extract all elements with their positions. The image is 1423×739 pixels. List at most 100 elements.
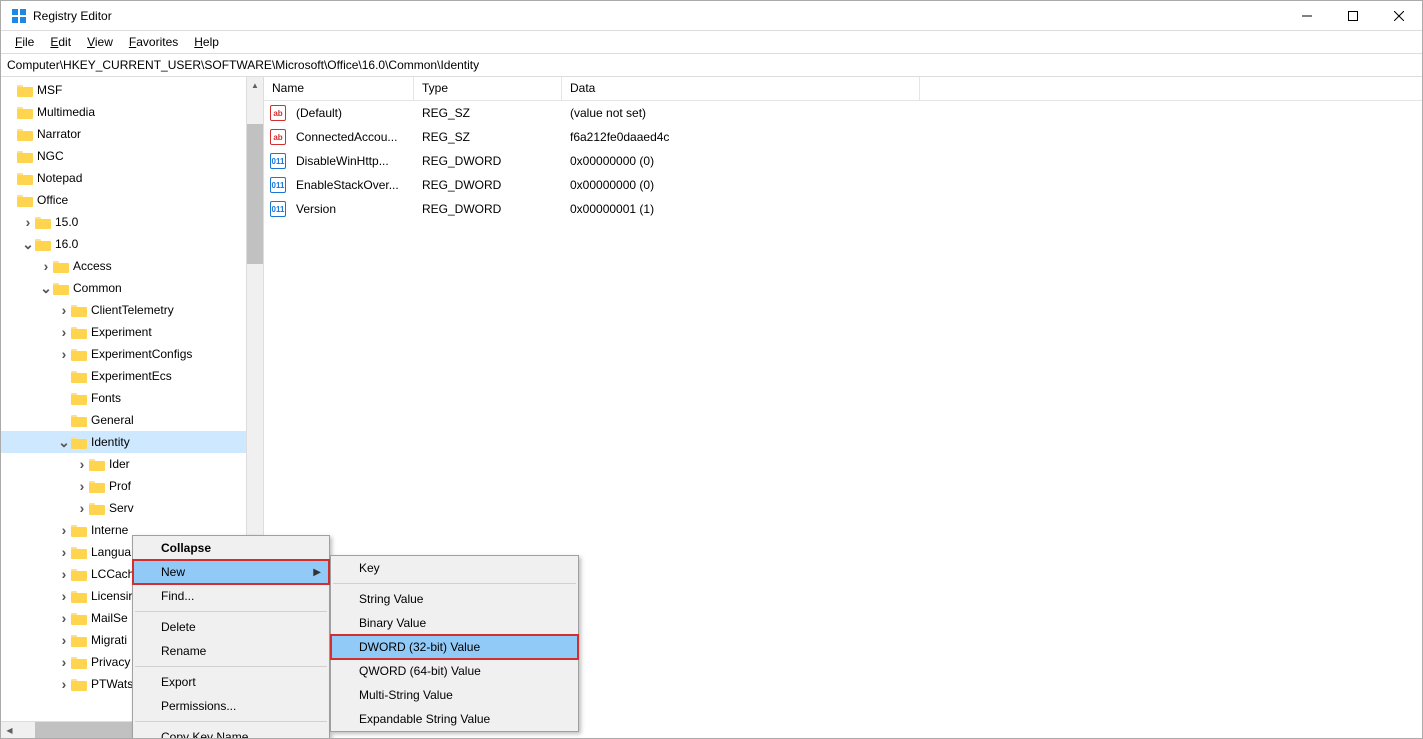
list-row[interactable]: 011VersionREG_DWORD0x00000001 (1)	[264, 197, 1422, 221]
minimize-button[interactable]	[1284, 1, 1330, 31]
chevron-right-icon[interactable]: ›	[57, 588, 71, 604]
tree-item[interactable]: ⌄ Identity	[1, 431, 263, 453]
tree-item[interactable]: › 15.0	[1, 211, 263, 233]
tree-item-label: Common	[73, 281, 122, 295]
tree-item-label: Langua	[91, 545, 131, 559]
scroll-up-button[interactable]: ▲	[247, 77, 263, 94]
ctx-new-binary[interactable]: Binary Value	[331, 611, 578, 635]
menu-favorites[interactable]: Favorites	[123, 33, 184, 51]
ctx-new-expandstring[interactable]: Expandable String Value	[331, 707, 578, 731]
tree-item[interactable]: ›Prof	[1, 475, 263, 497]
tree-item[interactable]: ›ClientTelemetry	[1, 299, 263, 321]
value-type: REG_DWORD	[414, 154, 562, 168]
tree-item-label: 15.0	[55, 215, 78, 229]
ctx-find[interactable]: Find...	[133, 584, 329, 608]
tree-item[interactable]: › Serv	[1, 497, 263, 519]
folder-icon	[71, 611, 87, 625]
ctx-new-key[interactable]: Key	[331, 556, 578, 580]
folder-icon	[71, 567, 87, 581]
folder-icon	[71, 347, 87, 361]
ctx-export[interactable]: Export	[133, 670, 329, 694]
scroll-thumb-vertical[interactable]	[247, 124, 263, 264]
ctx-rename[interactable]: Rename	[133, 639, 329, 663]
chevron-right-icon[interactable]: ›	[57, 610, 71, 626]
tree-item[interactable]: Fonts	[1, 387, 263, 409]
ctx-new-dword[interactable]: DWORD (32-bit) Value	[331, 635, 578, 659]
chevron-right-icon[interactable]: ›	[57, 654, 71, 670]
tree-item-label: LCCach	[91, 567, 134, 581]
ctx-new-multistring[interactable]: Multi-String Value	[331, 683, 578, 707]
ctx-collapse[interactable]: Collapse	[133, 536, 329, 560]
dword-value-icon: 011	[270, 201, 286, 217]
tree-item-label: Licensir	[91, 589, 132, 603]
chevron-right-icon[interactable]: ›	[57, 302, 71, 318]
chevron-right-icon[interactable]: ›	[75, 456, 89, 472]
ctx-new-qword[interactable]: QWORD (64-bit) Value	[331, 659, 578, 683]
ctx-new[interactable]: New▶	[133, 560, 329, 584]
chevron-right-icon[interactable]: ›	[21, 214, 35, 230]
list-row[interactable]: ab(Default)REG_SZ(value not set)	[264, 101, 1422, 125]
tree-item[interactable]: MSF	[1, 79, 263, 101]
chevron-right-icon[interactable]: ›	[57, 566, 71, 582]
chevron-right-icon[interactable]: ›	[57, 522, 71, 538]
tree-item[interactable]: ›Access	[1, 255, 263, 277]
tree-item[interactable]: General	[1, 409, 263, 431]
chevron-right-icon[interactable]: ›	[75, 500, 89, 516]
tree-item-label: Narrator	[37, 127, 81, 141]
column-data[interactable]: Data	[562, 77, 920, 100]
chevron-right-icon[interactable]: ›	[57, 544, 71, 560]
tree-item-label: Identity	[91, 435, 130, 449]
list-row[interactable]: 011EnableStackOver...REG_DWORD0x00000000…	[264, 173, 1422, 197]
tree-item[interactable]: ›Ider	[1, 453, 263, 475]
chevron-down-icon[interactable]: ⌄	[57, 434, 71, 451]
chevron-right-icon[interactable]: ›	[57, 324, 71, 340]
list-row[interactable]: 011DisableWinHttp...REG_DWORD0x00000000 …	[264, 149, 1422, 173]
scroll-left-button[interactable]: ◀	[1, 722, 18, 739]
menu-file[interactable]: File	[9, 33, 40, 51]
chevron-right-icon[interactable]: ›	[39, 258, 53, 274]
tree-item-label: Serv	[109, 501, 134, 515]
column-name[interactable]: Name	[264, 77, 414, 100]
menu-edit[interactable]: Edit	[44, 33, 77, 51]
value-type: REG_SZ	[414, 130, 562, 144]
close-button[interactable]	[1376, 1, 1422, 31]
chevron-right-icon[interactable]: ›	[57, 346, 71, 362]
list-row[interactable]: abConnectedAccou...REG_SZf6a212fe0daaed4…	[264, 125, 1422, 149]
chevron-down-icon[interactable]: ⌄	[21, 236, 35, 253]
tree-item[interactable]: ›Experiment	[1, 321, 263, 343]
folder-icon	[71, 435, 87, 449]
column-type[interactable]: Type	[414, 77, 562, 100]
folder-icon	[71, 589, 87, 603]
tree-item[interactable]: ⌄ Common	[1, 277, 263, 299]
tree-item[interactable]: ⌄16.0	[1, 233, 263, 255]
folder-icon	[89, 457, 105, 471]
ctx-copy-key-name[interactable]: Copy Key Name	[133, 725, 329, 738]
tree-item[interactable]: Notepad	[1, 167, 263, 189]
folder-icon	[71, 633, 87, 647]
tree-item-label: ExperimentConfigs	[91, 347, 192, 361]
chevron-right-icon[interactable]: ›	[75, 478, 89, 494]
ctx-permissions[interactable]: Permissions...	[133, 694, 329, 718]
tree-item-label: MSF	[37, 83, 62, 97]
ctx-new-string[interactable]: String Value	[331, 587, 578, 611]
folder-icon	[17, 83, 33, 97]
folder-icon	[71, 677, 87, 691]
tree-item[interactable]: NGC	[1, 145, 263, 167]
chevron-right-icon[interactable]: ›	[57, 676, 71, 692]
chevron-right-icon[interactable]: ›	[57, 632, 71, 648]
menu-help[interactable]: Help	[188, 33, 225, 51]
folder-icon	[17, 171, 33, 185]
address-bar[interactable]: Computer\HKEY_CURRENT_USER\SOFTWARE\Micr…	[1, 53, 1422, 77]
ctx-delete[interactable]: Delete	[133, 615, 329, 639]
tree-item[interactable]: Multimedia	[1, 101, 263, 123]
folder-icon	[17, 149, 33, 163]
maximize-button[interactable]	[1330, 1, 1376, 31]
folder-icon	[53, 281, 69, 295]
menu-view[interactable]: View	[81, 33, 119, 51]
tree-item[interactable]: Office	[1, 189, 263, 211]
tree-item[interactable]: Narrator	[1, 123, 263, 145]
tree-item[interactable]: ExperimentEcs	[1, 365, 263, 387]
tree-item[interactable]: › ExperimentConfigs	[1, 343, 263, 365]
chevron-down-icon[interactable]: ⌄	[39, 280, 53, 297]
value-data: 0x00000000 (0)	[562, 178, 920, 192]
